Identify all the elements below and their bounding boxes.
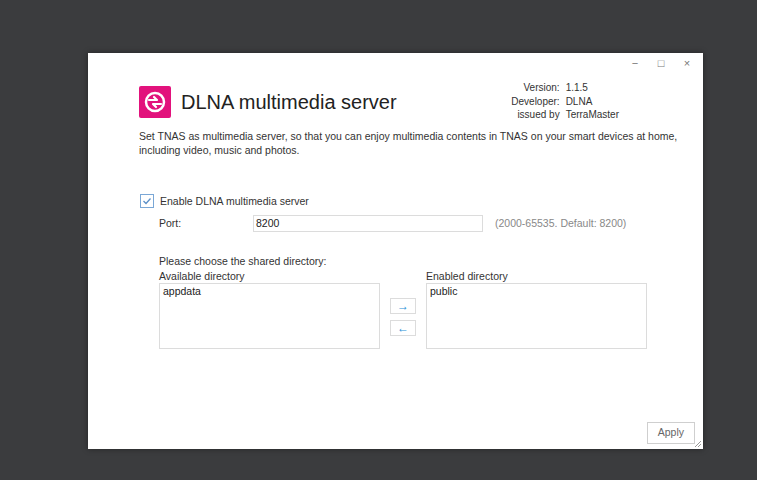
directory-list[interactable]: public: [426, 283, 647, 349]
port-label: Port:: [159, 216, 253, 232]
footer: Apply: [88, 422, 703, 444]
port-hint: (2000-65535. Default: 8200): [495, 216, 626, 232]
directory-item[interactable]: public: [429, 285, 644, 298]
info-row: issued byTerraMaster: [490, 108, 619, 122]
desktop: −□ × DLNA multimedia server Version:1.1.5De…: [0, 0, 757, 480]
directory-list[interactable]: appdata: [159, 283, 380, 349]
window-control[interactable]: □: [653, 55, 669, 73]
window-control[interactable]: ×: [679, 55, 695, 73]
list-label: Enabled directory: [426, 269, 647, 283]
directory-prompt: Please choose the shared directory:: [88, 254, 703, 268]
apply-button[interactable]: Apply: [647, 422, 695, 444]
check-icon: [142, 196, 152, 206]
port-row: Port:8200 (2000-65535. Default: 8200): [88, 215, 703, 232]
app-info: Version:1.1.5Developer:DLNAissued byTerr…: [490, 81, 619, 122]
enabled-directory: Enabled directory public: [426, 269, 647, 349]
info-row: Version:1.1.5: [490, 81, 619, 95]
header: DLNA multimedia server Version:1.1.5Devel…: [88, 81, 703, 122]
enable-label: Enable DLNA multimedia server: [160, 194, 309, 210]
title-bar: −□ ×: [88, 53, 703, 73]
available-directory: Available directory appdata: [159, 269, 380, 349]
app-title-group: DLNA multimedia server: [139, 86, 397, 118]
resize-grip-icon[interactable]: [694, 440, 702, 448]
list-label: Available directory: [159, 269, 380, 283]
app-window: −□ × DLNA multimedia server Version:1.1.5De…: [88, 53, 703, 449]
enable-checkbox[interactable]: [140, 194, 154, 208]
port-input[interactable]: 8200: [253, 215, 483, 232]
directory-item[interactable]: appdata: [162, 285, 377, 298]
move-buttons: →←: [390, 298, 416, 349]
directory-chooser: Available directoryappdata→←Enabled dire…: [88, 269, 703, 349]
dlna-logo-icon: [139, 86, 171, 118]
window-control[interactable]: −: [627, 55, 643, 73]
move-button[interactable]: ←: [390, 320, 416, 336]
enable-row[interactable]: Enable DLNA multimedia server: [88, 194, 703, 210]
description: Set TNAS as multimedia server, so that y…: [88, 129, 703, 157]
info-row: Developer:DLNA: [490, 95, 619, 109]
app-title: DLNA multimedia server: [181, 89, 397, 115]
move-button[interactable]: →: [390, 298, 416, 314]
